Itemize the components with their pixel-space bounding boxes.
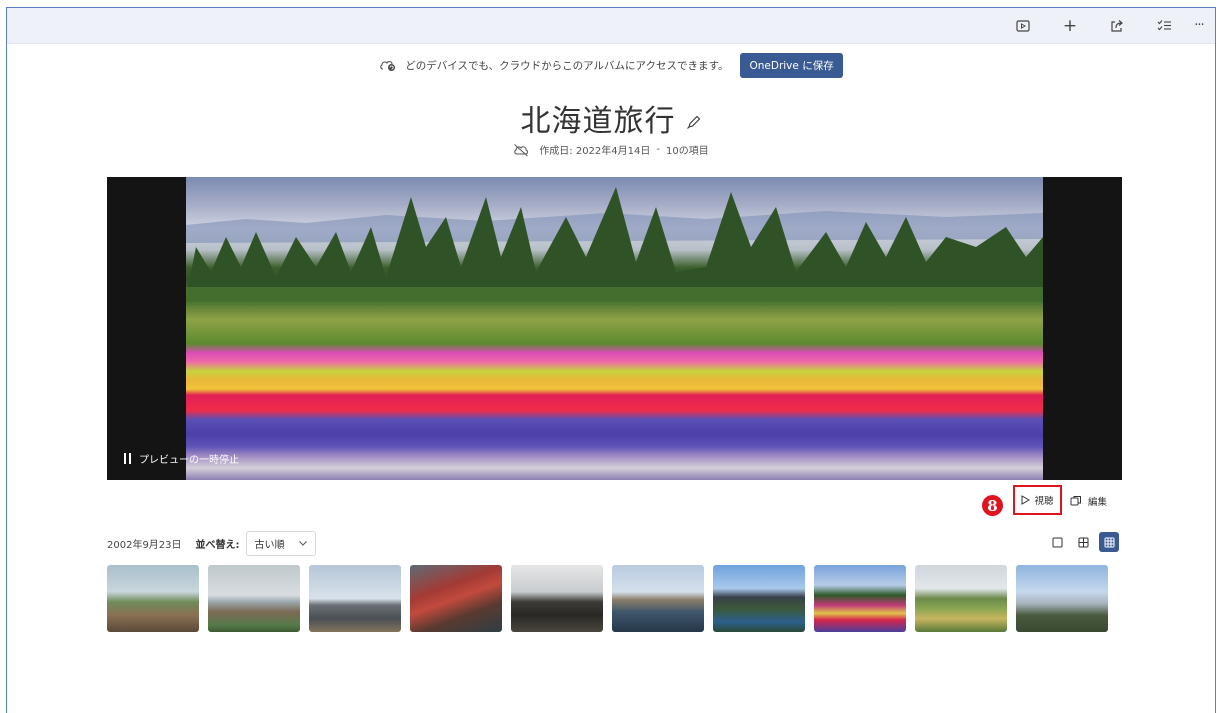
cloud-off-icon <box>514 143 529 156</box>
edit-label: 編集 <box>1088 497 1108 508</box>
grid-3-icon <box>1104 537 1114 547</box>
pause-icon <box>124 453 131 464</box>
photo-thumbnail[interactable] <box>1016 565 1108 632</box>
play-label: 視聴 <box>1034 496 1054 507</box>
step-marker: 8 <box>982 495 1003 516</box>
photo-thumbnail[interactable] <box>915 565 1007 632</box>
album-title-row: 北海道旅行 <box>7 96 1215 140</box>
album-title[interactable]: 北海道旅行 <box>521 96 676 140</box>
sort-value: 古い順 <box>254 540 285 551</box>
trees-silhouette <box>186 187 1043 305</box>
photo-thumbnail[interactable] <box>713 565 805 632</box>
toolbar: + ··· <box>7 8 1215 44</box>
sort-dropdown[interactable]: 古い順 <box>245 531 316 556</box>
created-date: 作成日: 2022年4月14日 <box>539 146 651 157</box>
play-button[interactable]: 視聴 <box>1013 485 1062 515</box>
photo-thumbnail[interactable] <box>208 565 300 632</box>
chevron-down-icon <box>298 541 307 546</box>
photo-thumbnail[interactable] <box>410 565 502 632</box>
large-view-button[interactable] <box>1047 532 1067 552</box>
meta-separator: - <box>656 144 660 155</box>
save-to-onedrive-button[interactable]: OneDrive に保存 <box>740 52 843 78</box>
add-icon[interactable]: + <box>1050 8 1090 43</box>
grid-2-icon <box>1078 537 1088 547</box>
photo-thumbnail[interactable] <box>309 565 401 632</box>
item-count: 10の項目 <box>665 146 709 157</box>
play-icon <box>1021 495 1031 505</box>
pause-preview-button[interactable]: プレビューの一時停止 <box>124 451 239 466</box>
small-view-button[interactable] <box>1099 532 1119 552</box>
banner-text: どのデバイスでも、クラウドからこのアルバムにアクセスできます。 <box>405 59 729 72</box>
more-icon[interactable]: ··· <box>1179 8 1215 43</box>
group-date: 2002年9月23日 <box>107 540 182 551</box>
sort-label: 並べ替え: <box>195 540 240 551</box>
filter-row: 2002年9月23日 並べ替え: 古い順 <box>107 531 316 556</box>
square-icon <box>1052 537 1062 547</box>
album-meta: 作成日: 2022年4月14日 - 10の項目 <box>7 142 1215 157</box>
share-icon[interactable] <box>1097 8 1137 43</box>
photo-thumbnail[interactable] <box>612 565 704 632</box>
view-mode-toggle <box>1047 532 1119 552</box>
photo-thumbnail[interactable] <box>511 565 603 632</box>
photo-thumbnail[interactable] <box>107 565 199 632</box>
medium-view-button[interactable] <box>1073 532 1093 552</box>
select-icon[interactable] <box>1144 8 1184 43</box>
slideshow-icon[interactable] <box>1003 8 1043 43</box>
album-preview[interactable]: プレビューの一時停止 <box>107 177 1122 480</box>
onedrive-banner: どのデバイスでも、クラウドからこのアルバムにアクセスできます。 OneDrive… <box>7 52 1215 78</box>
pencil-icon[interactable] <box>686 114 702 130</box>
photo-thumbnail[interactable] <box>814 565 906 632</box>
pause-label: プレビューの一時停止 <box>139 455 239 466</box>
edit-button[interactable]: 編集 <box>1070 490 1107 512</box>
app-window: + ··· どのデバイスでも、クラウドからこのアルバムにアクセスできます。 On… <box>6 7 1216 713</box>
thumbnail-strip <box>107 565 1108 632</box>
cloud-sync-icon <box>380 61 396 71</box>
edit-copy-icon <box>1070 496 1081 506</box>
